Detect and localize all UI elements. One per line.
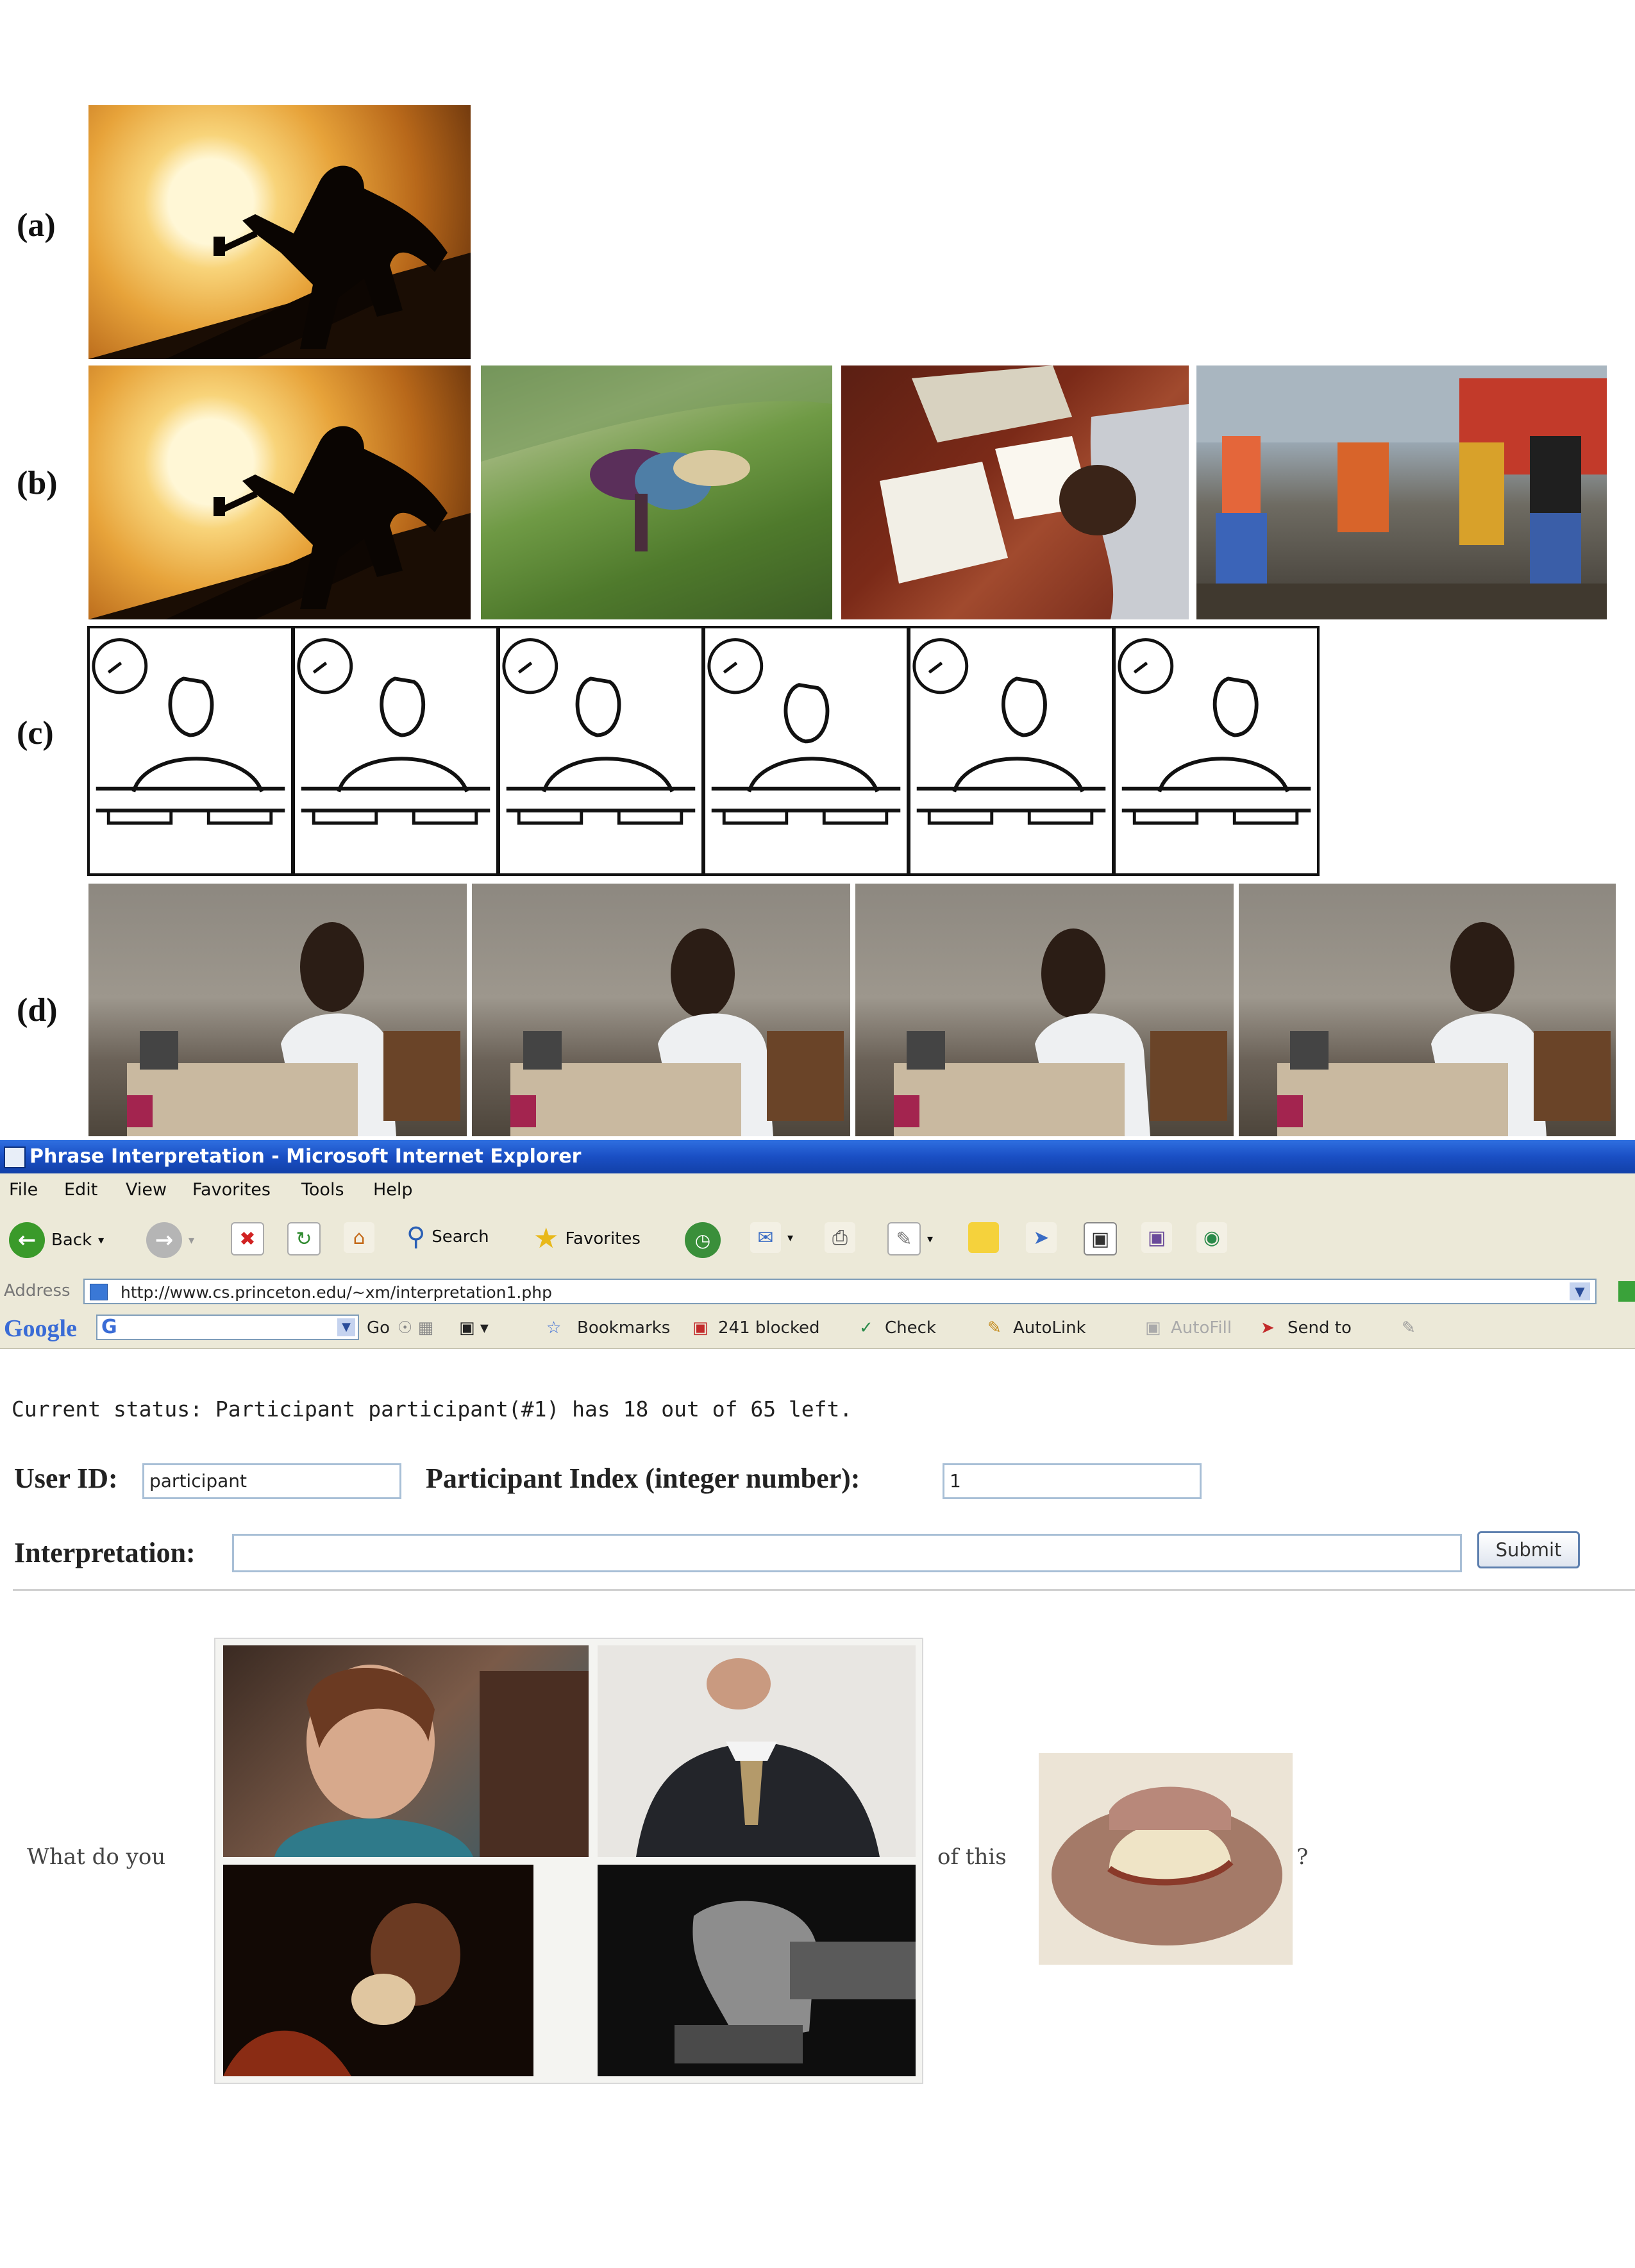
menu-view[interactable]: View	[126, 1180, 167, 1200]
writing-sketch-image	[498, 626, 704, 876]
status-text: Current status: Participant participant(…	[12, 1397, 853, 1422]
window-titlebar: Phrase Interpretation - Microsoft Intern…	[0, 1140, 1635, 1173]
question-suffix: ?	[1296, 1844, 1309, 1870]
writing-sketch-image	[292, 626, 499, 876]
discuss-icon[interactable]	[968, 1222, 999, 1253]
woman-writing-frame-image	[88, 884, 467, 1136]
office-desk-image	[841, 365, 1189, 619]
google-toolbar: Google G ▼ Go ☉ ▦ ▣ ▾ ☆ Bookmarks ▣ 241 …	[0, 1309, 1635, 1349]
address-bar: Address http://www.cs.princeton.edu/~xm/…	[0, 1273, 1635, 1309]
menu-favorites[interactable]: Favorites	[192, 1180, 271, 1200]
back-arrow-icon: ←	[9, 1222, 45, 1258]
menu-tools[interactable]: Tools	[301, 1180, 344, 1200]
menu-bar: File Edit View Favorites Tools Help	[0, 1173, 1635, 1207]
interpretation-label: Interpretation:	[14, 1537, 196, 1568]
autofill-button[interactable]: AutoFill	[1171, 1318, 1232, 1338]
man-in-dark-image	[223, 1865, 533, 2076]
go-arrow-icon[interactable]	[1618, 1281, 1635, 1302]
google-search-options-icon[interactable]: ☉ ▦	[398, 1318, 433, 1338]
media-icon[interactable]: ▣	[1141, 1222, 1172, 1253]
user-id-input[interactable]: participant	[142, 1463, 401, 1499]
thinking-girl-image	[223, 1645, 589, 1857]
google-go-button[interactable]: Go	[367, 1318, 390, 1338]
edit-icon[interactable]: ✎	[887, 1222, 921, 1256]
submit-button[interactable]: Submit	[1477, 1531, 1580, 1568]
forward-arrow-icon: →	[146, 1222, 182, 1258]
toolbar-options-icon[interactable]: ✎	[1402, 1318, 1416, 1338]
autofill-icon: ▣	[1145, 1318, 1161, 1338]
search-icon: ⚲	[407, 1222, 426, 1252]
refresh-icon[interactable]: ↻	[287, 1222, 321, 1256]
messenger-icon[interactable]: ➤	[1026, 1222, 1057, 1253]
thinking-man-image	[598, 1645, 916, 1857]
forward-dropdown-icon[interactable]: ▾	[189, 1234, 194, 1247]
standard-toolbar: ← Back ▾ → ▾ ✖ ↻ ⌂ ⚲ Search ★ Favorites …	[0, 1207, 1635, 1274]
search-button[interactable]: ⚲ Search	[407, 1222, 489, 1252]
hammer-silhouette-image	[88, 365, 471, 619]
autolink-icon: ✎	[987, 1318, 1002, 1338]
star-icon: ★	[533, 1222, 559, 1255]
home-icon[interactable]: ⌂	[344, 1222, 374, 1253]
divider	[13, 1589, 1635, 1591]
participant-index-input[interactable]: 1	[943, 1463, 1202, 1499]
row-label-b: (b)	[17, 465, 58, 501]
writing-sketch-image	[703, 626, 909, 876]
print-icon[interactable]: ⎙	[825, 1222, 855, 1253]
row-label-d: (d)	[17, 992, 58, 1029]
interpretation-input[interactable]	[232, 1534, 1462, 1572]
row-label-c: (c)	[17, 715, 54, 752]
popup-blocker-icon: ▣	[692, 1318, 709, 1338]
writing-sketch-image	[87, 626, 294, 876]
url-field[interactable]: http://www.cs.princeton.edu/~xm/interpre…	[83, 1279, 1597, 1304]
popups-blocked-button[interactable]: 241 blocked	[718, 1318, 819, 1338]
address-label: Address	[4, 1281, 71, 1300]
writing-sketch-image	[908, 626, 1114, 876]
hammer-silhouette-image	[88, 105, 471, 359]
send-to-button[interactable]: Send to	[1287, 1318, 1352, 1338]
mail-icon[interactable]: ✉	[750, 1222, 781, 1253]
construction-workers-image	[1196, 365, 1607, 619]
globe-icon[interactable]: ◉	[1196, 1222, 1227, 1253]
question-prefix: What do you	[27, 1844, 166, 1870]
google-news-icon[interactable]: ▣ ▾	[459, 1318, 489, 1338]
history-icon[interactable]: ◷	[685, 1222, 721, 1258]
woman-writing-frame-image	[472, 884, 850, 1136]
autolink-button[interactable]: AutoLink	[1013, 1318, 1086, 1338]
image-collage	[214, 1638, 923, 2084]
user-id-label: User ID:	[14, 1463, 118, 1494]
woman-writing-frame-image	[1239, 884, 1616, 1136]
page-icon	[90, 1284, 108, 1300]
stop-icon[interactable]: ✖	[231, 1222, 264, 1256]
farmer-field-image	[481, 365, 832, 619]
google-g-icon: G	[101, 1316, 117, 1338]
hat-image	[1039, 1753, 1293, 1965]
woman-writing-frame-image	[855, 884, 1234, 1136]
favorites-button[interactable]: ★ Favorites	[533, 1222, 641, 1255]
menu-help[interactable]: Help	[373, 1180, 413, 1200]
window-title: Phrase Interpretation - Microsoft Intern…	[29, 1145, 582, 1168]
back-dropdown-icon[interactable]: ▾	[98, 1234, 104, 1247]
google-logo: Google	[4, 1315, 77, 1342]
google-search-input[interactable]: G ▼	[96, 1315, 359, 1340]
spellcheck-icon: ✓	[859, 1318, 873, 1338]
mail-dropdown-icon[interactable]: ▾	[787, 1231, 793, 1245]
menu-file[interactable]: File	[9, 1180, 38, 1200]
google-dropdown-icon[interactable]: ▼	[337, 1318, 355, 1336]
check-button[interactable]: Check	[885, 1318, 936, 1338]
bookmarks-star-icon: ☆	[546, 1318, 562, 1338]
row-label-a: (a)	[17, 207, 56, 244]
ie-page-icon	[4, 1147, 26, 1168]
forward-button[interactable]: → ▾	[146, 1222, 194, 1258]
bookmarks-button[interactable]: Bookmarks	[577, 1318, 670, 1338]
research-icon[interactable]: ▣	[1084, 1222, 1117, 1256]
hand-on-keys-image	[598, 1865, 916, 2076]
writing-sketch-image	[1113, 626, 1320, 876]
participant-index-label: Participant Index (integer number):	[426, 1463, 860, 1494]
address-dropdown-icon[interactable]: ▼	[1570, 1282, 1590, 1300]
back-button[interactable]: ← Back ▾	[9, 1222, 104, 1258]
edit-dropdown-icon[interactable]: ▾	[927, 1232, 933, 1246]
menu-edit[interactable]: Edit	[64, 1180, 97, 1200]
send-to-icon: ➤	[1261, 1318, 1275, 1338]
question-middle: of this	[937, 1844, 1007, 1870]
